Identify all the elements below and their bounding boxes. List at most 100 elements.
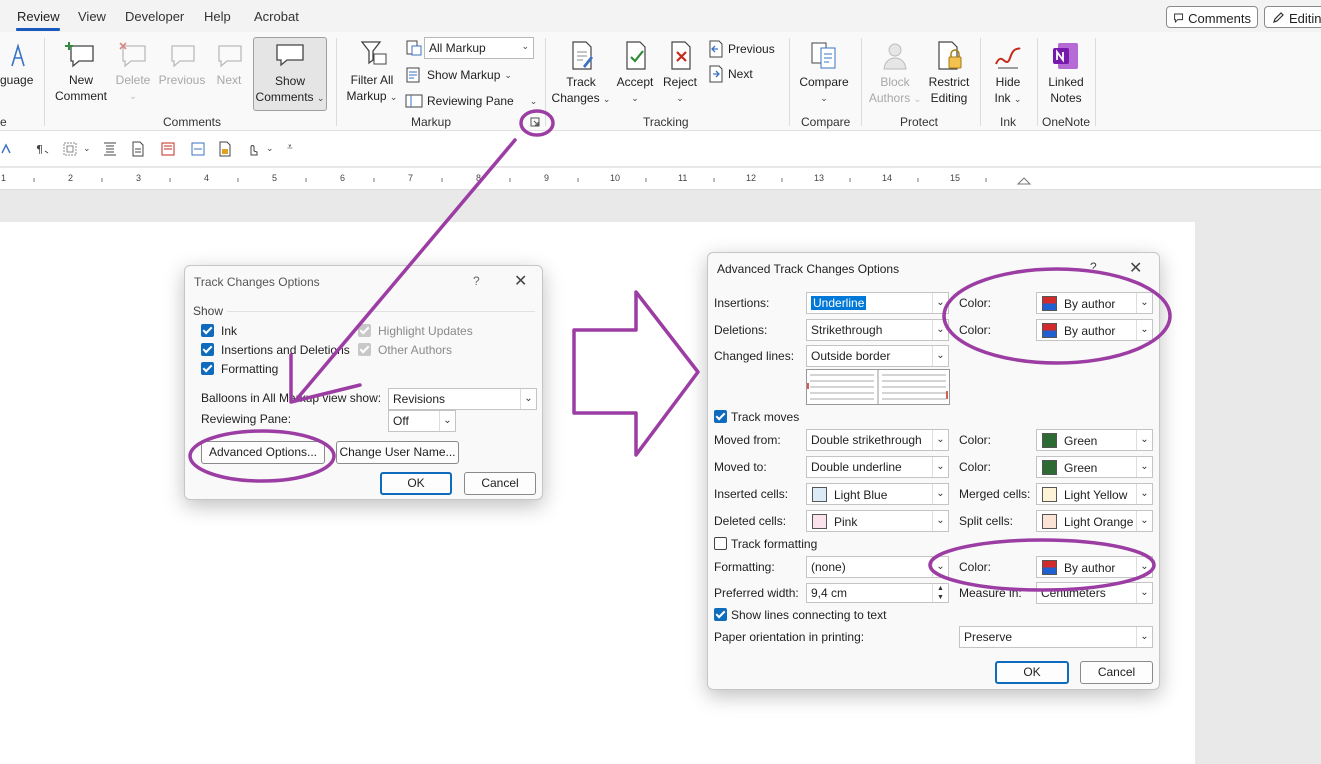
linked-notes-button[interactable]: Linked Notes <box>1042 40 1090 106</box>
paper-orientation-select[interactable]: Preserve ⌄ <box>959 626 1153 648</box>
highlight-updates-checkbox[interactable] <box>358 324 371 337</box>
tab-review[interactable]: Review <box>17 9 60 24</box>
moved-from-color-select[interactable]: Green ⌄ <box>1036 429 1153 451</box>
horizontal-ruler[interactable]: 1 2 3 4 5 6 7 8 9 10 11 12 13 14 15 <box>0 168 1321 190</box>
ink-checkbox[interactable] <box>201 324 214 337</box>
delete-label: Delete <box>115 73 151 87</box>
close-icon[interactable]: ✕ <box>1129 258 1142 278</box>
page-color-icon[interactable] <box>217 141 233 157</box>
chevron-down-icon: ⌄ <box>1136 627 1152 647</box>
green-swatch <box>1042 460 1057 475</box>
close-icon[interactable]: ✕ <box>514 271 527 291</box>
tab-view[interactable]: View <box>78 9 106 24</box>
reviewing-pane-select[interactable]: Off ⌄ <box>388 410 456 432</box>
deleted-cells-select[interactable]: Pink ⌄ <box>806 510 949 532</box>
help-button[interactable]: ? <box>473 274 480 288</box>
balloons-select[interactable]: Revisions ⌄ <box>388 388 537 410</box>
moved-to-color-select[interactable]: Green ⌄ <box>1036 456 1153 478</box>
show-section-label: Show <box>193 304 224 318</box>
deletions-select[interactable]: Strikethrough ⌄ <box>806 319 949 341</box>
delete-page-icon[interactable] <box>160 141 176 157</box>
deletions-color-label: Color: <box>959 323 992 337</box>
paragraph-mark-icon[interactable]: ¶ <box>36 143 50 155</box>
insert-page-icon[interactable] <box>190 141 206 157</box>
chevron-down-icon: ⌄ <box>439 411 455 431</box>
formatting-color-select[interactable]: By author ⌄ <box>1036 556 1153 578</box>
list-format-icon[interactable] <box>102 141 118 157</box>
advanced-options-button[interactable]: Advanced Options... <box>201 441 325 464</box>
formatting-checkbox[interactable] <box>201 362 214 375</box>
spinner-arrows-icon[interactable]: ▲ ▼ <box>932 584 948 602</box>
deletions-color-select[interactable]: By author ⌄ <box>1036 319 1153 341</box>
show-comments-icon <box>276 44 304 67</box>
moved-to-value: Double underline <box>811 460 902 474</box>
changed-lines-select[interactable]: Outside border ⌄ <box>806 345 949 367</box>
chevron-down-icon[interactable]: ⌄ <box>83 143 91 154</box>
chevron-down-icon: ⌄ <box>676 93 684 103</box>
touch-mode-icon[interactable] <box>245 141 261 157</box>
tab-acrobat[interactable]: Acrobat <box>254 9 299 24</box>
language-button[interactable]: guage <box>0 40 40 88</box>
measure-in-select[interactable]: Centimeters ⌄ <box>1036 582 1153 604</box>
previous-change-button[interactable]: Previous <box>708 40 775 58</box>
insertions-select[interactable]: Underline ⌄ <box>806 292 949 314</box>
insertions-color-select[interactable]: By author ⌄ <box>1036 292 1153 314</box>
accept-button[interactable]: Accept ⌄ <box>613 40 657 106</box>
language-small-icon[interactable] <box>0 143 12 155</box>
other-authors-checkbox[interactable] <box>358 343 371 356</box>
ok-button[interactable]: OK <box>995 661 1069 684</box>
moved-to-select[interactable]: Double underline ⌄ <box>806 456 949 478</box>
chevron-down-icon[interactable]: ⌄ <box>266 143 274 154</box>
split-cells-select[interactable]: Light Orange ⌄ <box>1036 510 1153 532</box>
cancel-button[interactable]: Cancel <box>464 472 536 495</box>
compare-button[interactable]: Compare ⌄ <box>796 40 852 106</box>
light-yellow-swatch <box>1042 487 1057 502</box>
cancel-button[interactable]: Cancel <box>1080 661 1153 684</box>
hide-ink-icon <box>995 47 1021 69</box>
merged-cells-select[interactable]: Light Yellow ⌄ <box>1036 483 1153 505</box>
preferred-width-spinner[interactable]: 9,4 cm ▲ ▼ <box>806 583 949 603</box>
chevron-down-icon: ⌄ <box>932 430 948 450</box>
filter-all-markup-label-2: Markup ⌄ <box>344 88 400 105</box>
track-changes-button[interactable]: Track Changes ⌄ <box>551 40 611 107</box>
inserted-cells-select[interactable]: Light Blue ⌄ <box>806 483 949 505</box>
formatting-select[interactable]: (none) ⌄ <box>806 556 949 578</box>
restrict-editing-button[interactable]: Restrict Editing <box>924 40 974 106</box>
insertions-deletions-checkbox[interactable] <box>201 343 214 356</box>
help-button[interactable]: ? <box>1090 260 1097 274</box>
editing-mode-button[interactable]: Editin <box>1264 6 1321 28</box>
reject-button[interactable]: Reject ⌄ <box>660 40 700 106</box>
hide-ink-button[interactable]: Hide Ink ⌄ <box>987 40 1029 107</box>
dialog-launcher-icon[interactable] <box>530 117 540 127</box>
change-user-name-button[interactable]: Change User Name... <box>336 441 459 464</box>
track-formatting-checkbox[interactable] <box>714 537 727 550</box>
deletions-value: Strikethrough <box>811 323 883 337</box>
track-moves-checkbox[interactable] <box>714 410 727 423</box>
language-icon <box>11 43 25 67</box>
reviewing-pane-button[interactable]: Reviewing Pane ⌄ <box>405 92 537 110</box>
select-object-icon[interactable] <box>62 141 78 157</box>
delete-comment-button[interactable]: Delete ⌄ <box>113 40 153 104</box>
next-change-button[interactable]: Next <box>708 65 753 83</box>
group-label-markup: Markup <box>411 115 452 129</box>
previous-change-label: Previous <box>728 42 775 56</box>
moved-from-select[interactable]: Double strikethrough ⌄ <box>806 429 949 451</box>
restrict-editing-icon <box>938 41 962 70</box>
show-comments-button[interactable]: Show Comments ⌄ <box>253 37 327 111</box>
tab-developer[interactable]: Developer <box>125 9 184 24</box>
show-lines-checkbox[interactable] <box>714 608 727 621</box>
new-comment-button[interactable]: New Comment <box>52 40 110 104</box>
previous-comment-button[interactable]: Previous <box>158 40 206 88</box>
next-comment-button[interactable]: Next <box>211 40 247 88</box>
block-authors-button[interactable]: Block Authors ⌄ <box>866 40 924 107</box>
filter-all-markup-button[interactable]: Filter All Markup ⌄ <box>344 38 400 105</box>
page-layout-icon[interactable] <box>130 141 146 157</box>
comments-button[interactable]: Comments <box>1166 6 1258 28</box>
paper-orientation-value: Preserve <box>964 630 1013 644</box>
show-markup-button[interactable]: Show Markup ⌄ <box>405 66 512 84</box>
tab-help[interactable]: Help <box>204 9 231 24</box>
customize-toolbar-icon[interactable]: ⩡ <box>287 142 293 153</box>
display-for-review-select[interactable]: All Markup ⌄ <box>424 37 534 59</box>
block-authors-label-2: Authors ⌄ <box>866 90 924 107</box>
ok-button[interactable]: OK <box>380 472 452 495</box>
